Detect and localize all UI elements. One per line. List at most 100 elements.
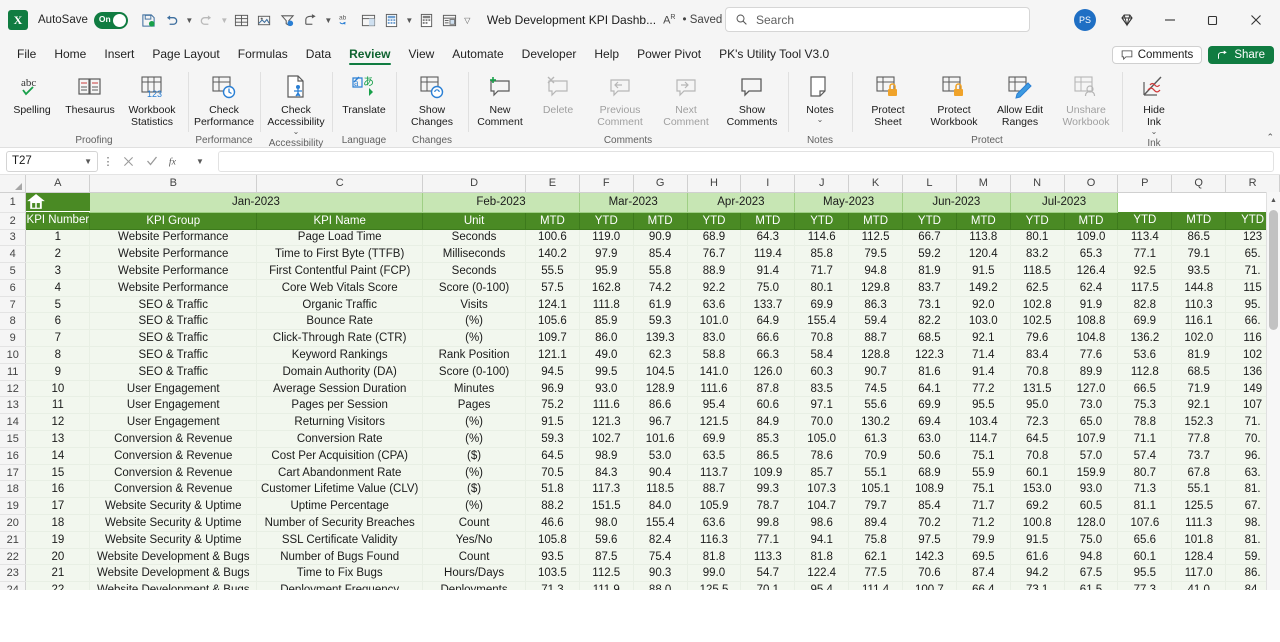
calculator-dropdown-icon[interactable]: ▼: [404, 8, 415, 32]
column-header-P[interactable]: P: [1117, 175, 1173, 193]
undo-icon[interactable]: [161, 8, 183, 32]
cell-kpi-name[interactable]: Uptime Percentage: [256, 497, 424, 516]
picture-icon[interactable]: [254, 8, 276, 32]
cell-kpi-number[interactable]: 19: [25, 531, 91, 549]
formula-bar-options-icon[interactable]: ⋮: [102, 155, 114, 168]
ribbon-tab-data[interactable]: Data: [297, 45, 340, 66]
cell-kpi-group[interactable]: SEO & Traffic: [89, 296, 258, 314]
ribbon-tab-home[interactable]: Home: [45, 45, 95, 66]
cell-value[interactable]: 104.8: [1064, 329, 1119, 348]
ribbon-button-workbook-statistics[interactable]: 123 Workbook Statistics: [119, 70, 185, 128]
row-header-13[interactable]: 13: [0, 396, 27, 415]
cell-unit[interactable]: (%): [422, 413, 526, 432]
cell-value[interactable]: 81.8: [687, 548, 742, 566]
cell-kpi-group[interactable]: Conversion & Revenue: [89, 480, 258, 499]
redo-icon[interactable]: [196, 8, 218, 32]
cell-value[interactable]: 92.1: [1171, 396, 1227, 415]
cell-kpi-name[interactable]: Customer Lifetime Value (CLV): [256, 480, 424, 499]
column-header-E[interactable]: E: [525, 175, 580, 193]
cell-value[interactable]: 128.4: [1171, 548, 1227, 566]
cell-unit[interactable]: Seconds: [422, 262, 526, 280]
ribbon-button-protect-workbook[interactable]: Protect Workbook: [921, 70, 987, 128]
cell-value[interactable]: 64.1: [902, 380, 957, 398]
column-header-N[interactable]: N: [1010, 175, 1065, 193]
cell-value[interactable]: 94.2: [1010, 564, 1065, 583]
cell-value[interactable]: 70.1: [740, 581, 796, 590]
cell-kpi-group[interactable]: Website Development & Bugs: [89, 564, 258, 583]
cell-value[interactable]: 75.8: [848, 531, 903, 549]
cell-value[interactable]: 75.0: [1064, 531, 1119, 549]
cell-value[interactable]: 140.2: [525, 245, 580, 264]
cell-value[interactable]: 64.5: [525, 447, 580, 465]
cell-value[interactable]: 97.9: [579, 245, 634, 264]
cell-value[interactable]: 69.9: [794, 296, 850, 314]
cell-kpi-number[interactable]: 20: [25, 548, 91, 566]
comments-button[interactable]: Comments: [1111, 46, 1203, 64]
cell-value[interactable]: 89.4: [848, 514, 903, 532]
cell-value[interactable]: 63.6: [687, 296, 742, 314]
cell-value[interactable]: 86.5: [740, 447, 796, 465]
row-header-18[interactable]: 18: [0, 480, 27, 499]
cell-value[interactable]: 92.0: [956, 296, 1011, 314]
cell-value[interactable]: 63.5: [687, 447, 742, 465]
column-header-M[interactable]: M: [956, 175, 1011, 193]
cell-value[interactable]: 53.6: [1117, 346, 1173, 364]
cell-unit[interactable]: (%): [422, 329, 526, 348]
cell-value[interactable]: 92.2: [687, 279, 742, 297]
cell-value[interactable]: 151.5: [579, 497, 634, 516]
cell-value[interactable]: 108.9: [902, 480, 957, 499]
cell-value[interactable]: 80.7: [1117, 464, 1173, 482]
name-box[interactable]: T27 ▼: [6, 150, 98, 172]
cell-value[interactable]: 59.6: [579, 531, 634, 549]
cell-unit[interactable]: Deployments: [422, 581, 526, 590]
cell-kpi-number[interactable]: 15: [25, 464, 91, 482]
cell-value[interactable]: 107.9: [1064, 430, 1119, 448]
cell-value[interactable]: 50.6: [902, 447, 957, 465]
cell-value[interactable]: 57.0: [1064, 447, 1119, 465]
cell-unit[interactable]: Count: [422, 548, 526, 566]
cell-value[interactable]: 74.5: [848, 380, 903, 398]
cell-value[interactable]: 100.8: [1010, 514, 1065, 532]
cell-value[interactable]: 82.4: [633, 531, 688, 549]
cell-kpi-name[interactable]: Domain Authority (DA): [256, 363, 424, 381]
cell-value[interactable]: 58.8: [687, 346, 742, 364]
cell-value[interactable]: 64.3: [740, 229, 796, 247]
cell-value[interactable]: 57.4: [1117, 447, 1173, 465]
cell-value[interactable]: 81.9: [1171, 346, 1227, 364]
cell-kpi-number[interactable]: 11: [25, 396, 91, 415]
cell-value[interactable]: 70.8: [794, 329, 850, 348]
insert-function-fx-icon[interactable]: fx: [166, 151, 186, 172]
column-header-G[interactable]: G: [633, 175, 688, 193]
cell-unit[interactable]: ($): [422, 480, 526, 499]
cell-value[interactable]: 60.3: [794, 363, 850, 381]
column-header-I[interactable]: I: [740, 175, 796, 193]
cell-value[interactable]: 75.4: [633, 548, 688, 566]
cell-unit[interactable]: Score (0-100): [422, 279, 526, 297]
cell-kpi-number[interactable]: 22: [25, 581, 91, 590]
cell-value[interactable]: 83.4: [1010, 346, 1065, 364]
cell-value[interactable]: 83.7: [902, 279, 957, 297]
cell-value[interactable]: 111.4: [848, 581, 903, 590]
cell-value[interactable]: 60.1: [1117, 548, 1173, 566]
cell-value[interactable]: 69.2: [1010, 497, 1065, 516]
cell-value[interactable]: 127.0: [1064, 380, 1119, 398]
cell-value[interactable]: 126.0: [740, 363, 796, 381]
cell-value[interactable]: 92.1: [956, 329, 1011, 348]
cell-value[interactable]: 75.1: [956, 480, 1011, 499]
cell-kpi-name[interactable]: Time to Fix Bugs: [256, 564, 424, 583]
cell-value[interactable]: 73.0: [1064, 396, 1119, 415]
cell-unit[interactable]: Rank Position: [422, 346, 526, 364]
cell-kpi-name[interactable]: Cart Abandonment Rate: [256, 464, 424, 482]
diamond-icon[interactable]: [1106, 0, 1147, 40]
cell-value[interactable]: 68.5: [1171, 363, 1227, 381]
cell-value[interactable]: 59.4: [848, 312, 903, 331]
cell-value[interactable]: 107.6: [1117, 514, 1173, 532]
cell-value[interactable]: 113.7: [687, 464, 742, 482]
search-input[interactable]: Search: [725, 7, 1030, 32]
cell-kpi-group[interactable]: Conversion & Revenue: [89, 464, 258, 482]
cell-value[interactable]: 85.3: [740, 430, 796, 448]
cell-value[interactable]: 86.5: [1171, 229, 1227, 247]
cell-value[interactable]: 99.0: [687, 564, 742, 583]
column-header-F[interactable]: F: [579, 175, 634, 193]
cell-value[interactable]: 108.8: [1064, 312, 1119, 331]
